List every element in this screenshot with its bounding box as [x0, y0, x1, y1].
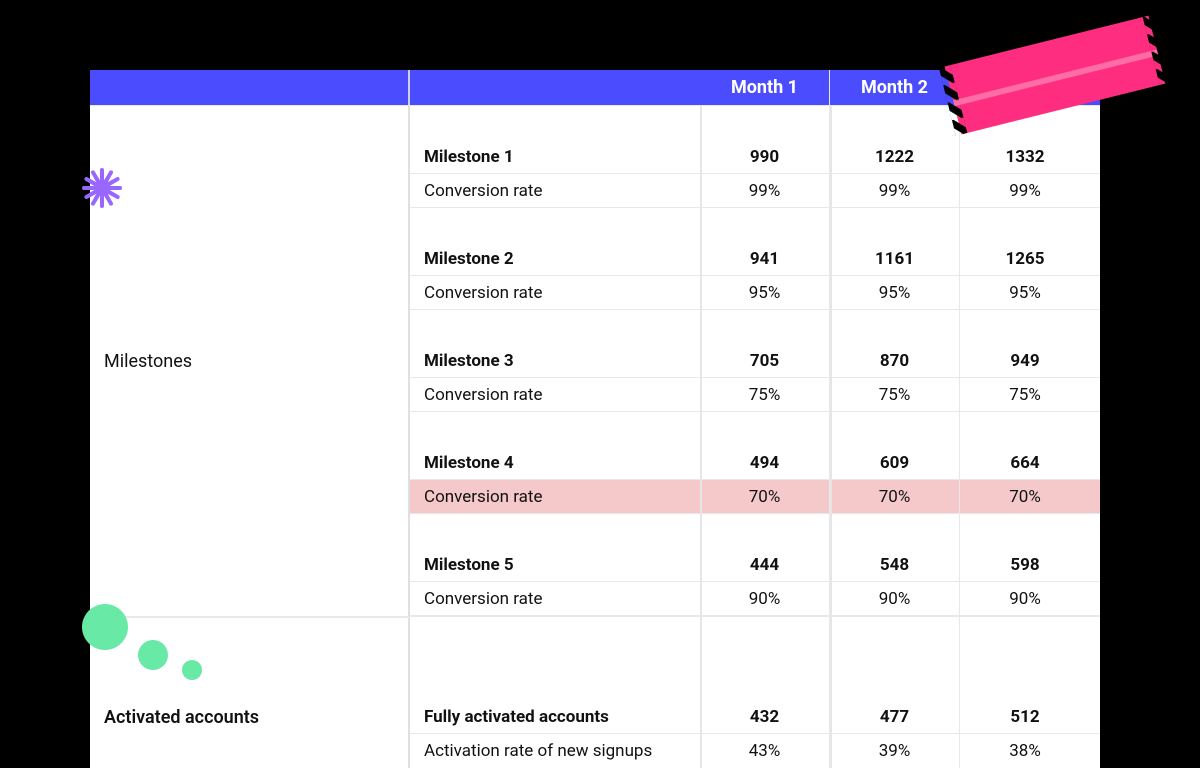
cell-value: 705: [700, 344, 830, 377]
cell-value: 494: [700, 446, 830, 479]
cell-value: 1332: [960, 140, 1090, 173]
dot-decoration: [182, 660, 202, 680]
table-row: Milestone 3705870949: [410, 344, 1100, 378]
cell-value: 990: [700, 140, 830, 173]
table-row: Fully activated accounts 432 477 512: [410, 700, 1100, 734]
cell-value: 75%: [960, 378, 1090, 411]
sparkle-decoration: [50, 150, 150, 250]
milestone-name: Milestone 2: [410, 242, 700, 275]
cell-value: 1222: [830, 140, 960, 173]
cell-value: 95%: [830, 276, 960, 309]
cell-value: 70%: [700, 480, 830, 513]
cell-value: 99%: [960, 174, 1090, 207]
cell-value: 99%: [700, 174, 830, 207]
cell-value: 38%: [960, 734, 1090, 768]
cell-value: 95%: [700, 276, 830, 309]
cell-value: 609: [830, 446, 960, 479]
col-header-month1: Month 1: [700, 70, 830, 105]
milestones-section-label: Milestones: [104, 351, 192, 372]
milestone-name: Milestone 4: [410, 446, 700, 479]
cell-value: 70%: [830, 480, 960, 513]
conversion-rate-label: Conversion rate: [410, 378, 700, 411]
dot-decoration: [138, 640, 168, 670]
conversion-rate-label: Conversion rate: [410, 174, 700, 207]
table-row: Conversion rate70%70%70%: [410, 480, 1100, 514]
table-row: Milestone 294111611265: [410, 242, 1100, 276]
cell-value: 548: [830, 548, 960, 581]
cell-value: 90%: [960, 582, 1090, 615]
table-row: Activation rate of new signups 43% 39% 3…: [410, 734, 1100, 768]
cell-value: 75%: [700, 378, 830, 411]
milestones-section: Milestones Milestone 199012221332Convers…: [90, 106, 1100, 616]
table-row: Milestone 5444548598: [410, 548, 1100, 582]
cell-value: 1161: [830, 242, 960, 275]
dot-decoration: [82, 604, 128, 650]
cell-value: 512: [960, 700, 1090, 733]
table-row: Conversion rate95%95%95%: [410, 276, 1100, 310]
conversion-rate-label: Conversion rate: [410, 480, 700, 513]
activated-rate-label: Activation rate of new signups: [410, 734, 700, 768]
section-gap: [90, 616, 1100, 666]
cell-value: 1265: [960, 242, 1090, 275]
table-row: Milestone 4494609664: [410, 446, 1100, 480]
cell-value: 444: [700, 548, 830, 581]
cell-value: 941: [700, 242, 830, 275]
cell-value: 95%: [960, 276, 1090, 309]
cell-value: 43%: [700, 734, 830, 768]
cell-value: 39%: [830, 734, 960, 768]
cell-value: 477: [830, 700, 960, 733]
table-row: Conversion rate90%90%90%: [410, 582, 1100, 616]
cell-value: 598: [960, 548, 1090, 581]
activated-section-label: Activated accounts: [104, 707, 259, 728]
cell-value: 664: [960, 446, 1090, 479]
activated-title: Fully activated accounts: [410, 700, 700, 733]
milestone-name: Milestone 5: [410, 548, 700, 581]
cell-value: 75%: [830, 378, 960, 411]
table-row: Milestone 199012221332: [410, 140, 1100, 174]
activated-section: Activated accounts Fully activated accou…: [90, 666, 1100, 768]
milestone-name: Milestone 1: [410, 140, 700, 173]
cell-value: 432: [700, 700, 830, 733]
table-row: Conversion rate99%99%99%: [410, 174, 1100, 208]
table-row: Conversion rate75%75%75%: [410, 378, 1100, 412]
cell-value: 949: [960, 344, 1090, 377]
cell-value: 90%: [830, 582, 960, 615]
cell-value: 870: [830, 344, 960, 377]
cell-value: 70%: [960, 480, 1090, 513]
cell-value: 99%: [830, 174, 960, 207]
milestone-name: Milestone 3: [410, 344, 700, 377]
cell-value: 90%: [700, 582, 830, 615]
spreadsheet-table: Month 1 Month 2 Month 3 Milestones Miles…: [90, 70, 1100, 768]
conversion-rate-label: Conversion rate: [410, 582, 700, 615]
conversion-rate-label: Conversion rate: [410, 276, 700, 309]
